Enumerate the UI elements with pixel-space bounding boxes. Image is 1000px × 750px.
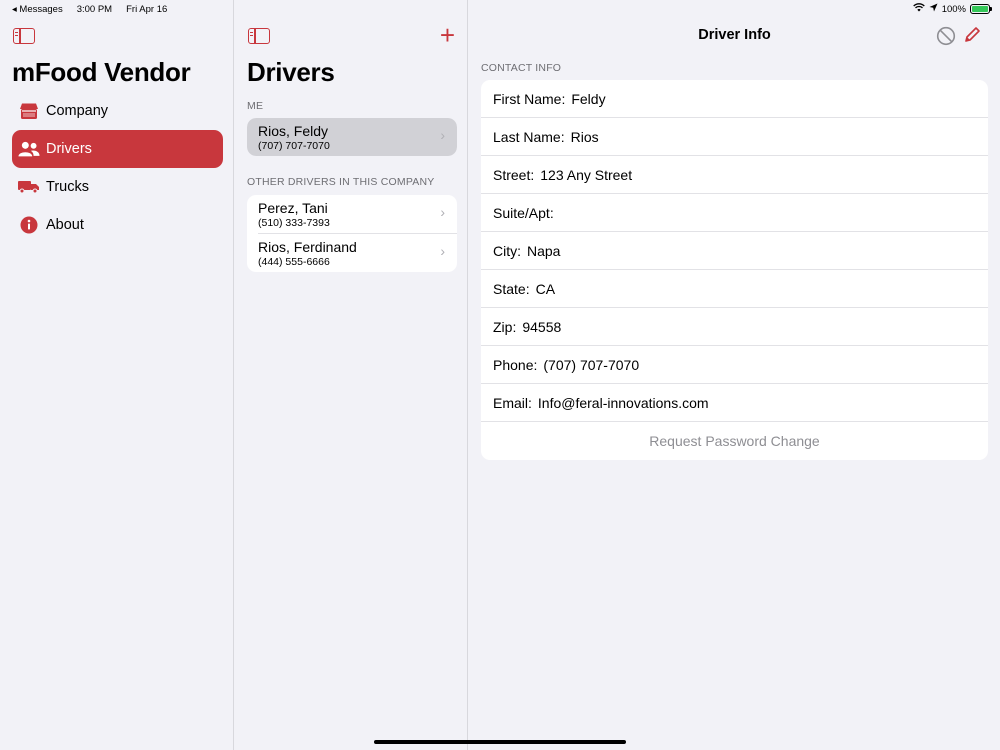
contact-info-header: CONTACT INFO	[481, 62, 562, 74]
sidebar-item-drivers[interactable]: Drivers	[12, 130, 223, 168]
sidebar-pane: mFood Vendor Company Drivers Trucks Abou…	[0, 0, 234, 750]
field-value: (707) 707-7070	[543, 356, 640, 373]
sidebar-item-label: Drivers	[46, 141, 92, 157]
field-value: 94558	[522, 318, 562, 335]
drivers-list-pane: + Drivers ME Rios, Feldy (707) 707-7070 …	[235, 0, 468, 750]
driver-row-me[interactable]: Rios, Feldy (707) 707-7070 ›	[247, 118, 457, 156]
sidebar-toggle-icon[interactable]	[248, 28, 270, 44]
field-email[interactable]: Email: Info@feral-innovations.com	[481, 384, 988, 422]
detail-title: Driver Info	[698, 27, 771, 43]
disable-icon[interactable]	[936, 26, 956, 51]
me-section-header: ME	[247, 100, 264, 112]
field-label: Suite/Apt:	[493, 204, 554, 221]
sidebar-item-company[interactable]: Company	[12, 92, 223, 130]
field-state[interactable]: State: CA	[481, 270, 988, 308]
edit-pencil-icon[interactable]	[963, 26, 981, 49]
field-label: Email:	[493, 394, 532, 411]
field-zip[interactable]: Zip: 94558	[481, 308, 988, 346]
truck-icon	[18, 176, 40, 198]
field-label: Phone:	[493, 356, 538, 373]
sidebar-item-label: About	[46, 217, 84, 233]
field-first-name[interactable]: First Name: Feldy	[481, 80, 988, 118]
field-phone[interactable]: Phone: (707) 707-7070	[481, 346, 988, 384]
field-value: Feldy	[571, 90, 606, 107]
driver-phone: (707) 707-7070	[258, 140, 330, 152]
app-title: mFood Vendor	[12, 57, 191, 87]
driver-row[interactable]: Perez, Tani (510) 333-7393 ›	[247, 195, 457, 233]
chevron-right-icon: ›	[440, 127, 445, 143]
field-street[interactable]: Street: 123 Any Street	[481, 156, 988, 194]
request-password-change-button[interactable]: Request Password Change	[481, 422, 988, 460]
driver-name: Rios, Feldy	[258, 123, 329, 139]
others-section-header: OTHER DRIVERS IN THIS COMPANY	[247, 176, 435, 188]
home-indicator[interactable]	[374, 740, 626, 744]
info-icon	[18, 214, 40, 236]
field-suite-apt[interactable]: Suite/Apt:	[481, 194, 988, 232]
sidebar-item-label: Trucks	[46, 179, 89, 195]
field-city[interactable]: City: Napa	[481, 232, 988, 270]
add-driver-button[interactable]: +	[440, 22, 455, 48]
driver-name: Perez, Tani	[258, 200, 328, 216]
field-label: First Name:	[493, 90, 566, 107]
driver-name: Rios, Ferdinand	[258, 239, 357, 255]
field-value: Napa	[527, 242, 561, 259]
driver-detail-pane: Driver Info CONTACT INFO First Name: Feld…	[469, 0, 1000, 750]
others-card: Perez, Tani (510) 333-7393 › Rios, Ferdi…	[247, 195, 457, 272]
field-value: Info@feral-innovations.com	[537, 394, 709, 411]
field-label: Street:	[493, 166, 535, 183]
field-value: Rios	[570, 128, 599, 145]
sidebar-item-trucks[interactable]: Trucks	[12, 168, 223, 206]
sidebar-toggle-icon[interactable]	[13, 28, 35, 44]
chevron-right-icon: ›	[440, 204, 445, 220]
me-card: Rios, Feldy (707) 707-7070 ›	[247, 118, 457, 156]
field-value: 123 Any Street	[540, 166, 633, 183]
field-last-name[interactable]: Last Name: Rios	[481, 118, 988, 156]
field-label: Last Name:	[493, 128, 565, 145]
sidebar-nav: Company Drivers Trucks About	[12, 92, 223, 244]
contact-info-card: First Name: Feldy Last Name: Rios Street: 1…	[481, 80, 988, 460]
storefront-icon	[18, 100, 40, 122]
people-icon	[18, 138, 40, 160]
field-label: City:	[493, 242, 521, 259]
driver-phone: (444) 555-6666	[258, 256, 330, 268]
sidebar-item-about[interactable]: About	[12, 206, 223, 244]
driver-phone: (510) 333-7393	[258, 217, 330, 229]
sidebar-item-label: Company	[46, 103, 109, 119]
chevron-right-icon: ›	[440, 243, 445, 259]
field-label: State:	[493, 280, 530, 297]
field-label: Zip:	[493, 318, 517, 335]
driver-row[interactable]: Rios, Ferdinand (444) 555-6666 ›	[247, 234, 457, 272]
list-title: Drivers	[247, 57, 335, 87]
field-value: CA	[535, 280, 556, 297]
